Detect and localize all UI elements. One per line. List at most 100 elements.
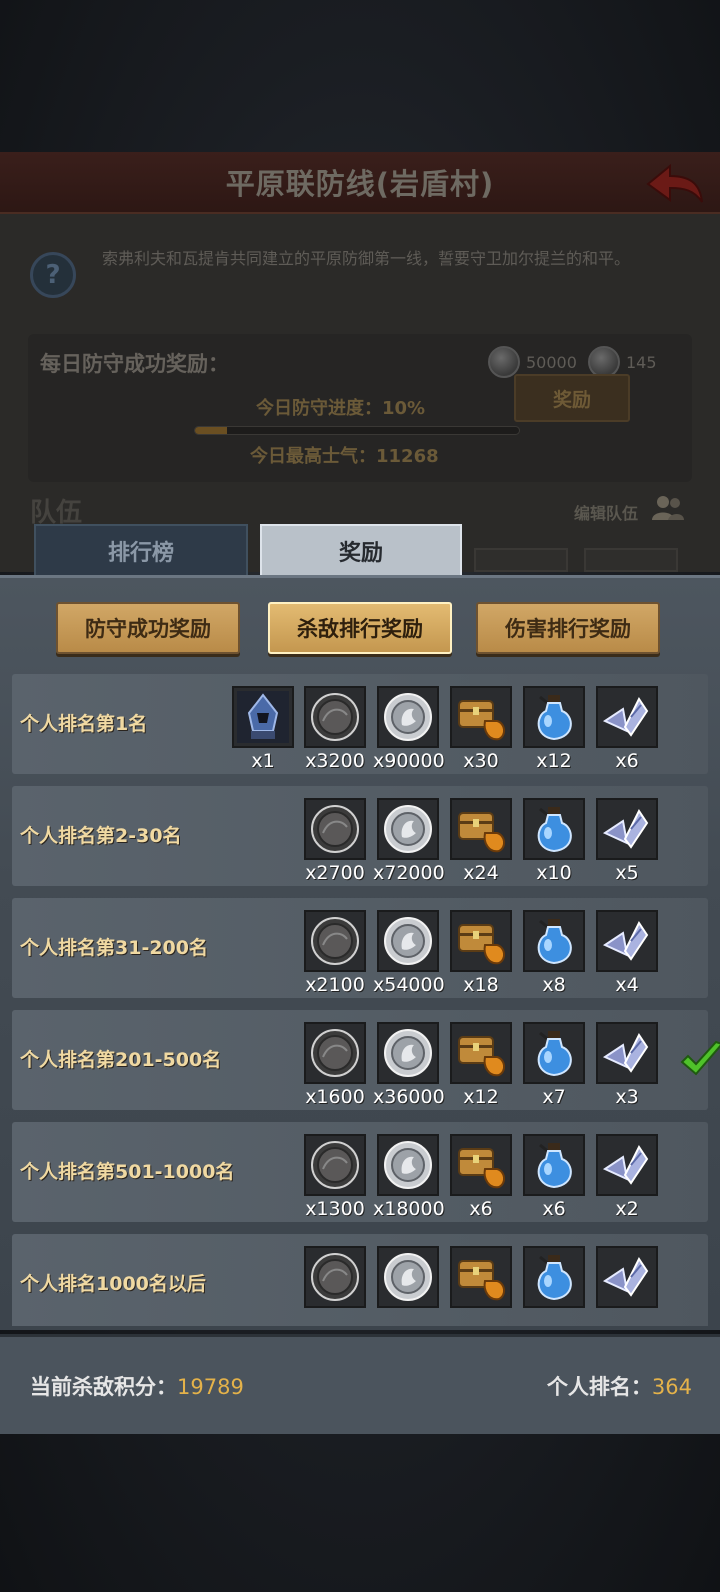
stage-description: 索弗利夫和瓦提肯共同建立的平原防御第一线，誓要守卫加尔提兰的和平。 [101,249,630,268]
blue-potion-icon [523,798,585,860]
daily-reward-button[interactable]: 奖励 [514,374,630,422]
kill-ranking-reward-tab[interactable]: 杀敌排行奖励 [268,602,452,654]
crystal-shards-icon [596,910,658,972]
reward-item[interactable]: x10 [523,798,587,884]
reward-count: x3 [615,1086,639,1108]
rank-range-label: 个人排名1000名以后 [20,1273,206,1295]
reward-count: x2700 [305,862,365,884]
crystal-shards-icon [596,686,658,748]
reward-item[interactable]: x12 [523,686,587,772]
rank-range-label: 个人排名第201-500名 [20,1049,222,1071]
treasure-chest-icon [450,1022,512,1084]
reward-item[interactable]: x6 [450,1134,514,1220]
reward-item[interactable]: x8 [523,910,587,996]
reward-item[interactable]: x2700 [304,798,368,884]
treasure-chest-icon [450,1246,512,1308]
dark-coin-icon [304,1246,366,1308]
reward-item[interactable]: x1600 [304,1022,368,1108]
reward-count: x36000 [373,1086,445,1108]
reward-item[interactable]: x54000 [373,910,445,996]
reward-item[interactable]: x6 [596,686,660,772]
edit-team-link[interactable]: 编辑队伍 [574,500,638,524]
reward-count: x6 [542,1198,566,1220]
reward-item[interactable]: x30 [450,686,514,772]
reward-item[interactable]: x4 [596,910,660,996]
crystal-shards-icon [596,798,658,860]
footer-bar: 当前杀敌积分：19789 个人排名：364 [0,1334,720,1434]
blue-potion-icon [523,686,585,748]
treasure-chest-icon [450,1134,512,1196]
team-users-icon[interactable] [652,494,684,522]
blue-potion-icon [523,1134,585,1196]
damage-ranking-reward-tab[interactable]: 伤害排行奖励 [476,602,660,654]
reward-count: x24 [463,862,499,884]
reward-item[interactable]: x5 [596,798,660,884]
back-arrow-icon[interactable] [644,162,706,206]
daily-reward-coin: 50000 [526,353,577,372]
reward-item[interactable]: x3 [596,1022,660,1108]
reward-count: x18000 [373,1198,445,1220]
rank-range-label: 个人排名第501-1000名 [20,1161,235,1183]
reward-count: x12 [463,1086,499,1108]
personal-rank: 个人排名：364 [547,1371,692,1401]
rewards-panel: 防守成功奖励 杀敌排行奖励 伤害排行奖励 个人排名第1名 x1 x3200 x9000… [0,578,720,1330]
reward-item[interactable]: x3200 [304,686,368,772]
reward-item[interactable]: x1 [232,686,296,772]
reward-item[interactable] [523,1246,587,1310]
silver-coin-icon [377,1246,439,1308]
reward-item[interactable]: x18000 [373,1134,445,1220]
reward-item[interactable]: x72000 [373,798,445,884]
tab-rewards[interactable]: 奖励 [260,524,462,576]
reward-list[interactable]: 个人排名第1名 x1 x3200 x90000 x30 x12 x6 个人排名第2-30名 x2… [0,674,720,1326]
blue-potion-icon [523,1022,585,1084]
reward-item[interactable]: x12 [450,1022,514,1108]
reward-item[interactable] [450,1246,514,1310]
reward-item[interactable] [377,1246,441,1310]
dark-coin-icon [304,1022,366,1084]
treasure-chest-icon [450,686,512,748]
kill-score-value: 19789 [177,1375,244,1399]
reward-count: x90000 [373,750,445,772]
morale-label: 今日最高士气：11268 [250,446,439,467]
reward-count: x72000 [373,862,445,884]
reward-item[interactable]: x2100 [304,910,368,996]
reward-item[interactable] [304,1246,368,1310]
reward-row: 个人排名第31-200名 x2100 x54000 x18 x8 x4 [12,898,708,998]
reward-item[interactable]: x90000 [373,686,445,772]
tab-leaderboard[interactable]: 排行榜 [34,524,248,576]
silver-coin-icon [377,1022,439,1084]
reward-count: x6 [615,750,639,772]
silver-coin-icon [377,798,439,860]
background-panel: 平原联防线(岩盾村) ? 索弗利夫和瓦提肯共同建立的平原防御第一线，誓要守卫加尔… [0,152,720,572]
treasure-chest-icon [450,798,512,860]
crystal-shards-icon [596,1134,658,1196]
reward-item[interactable]: x7 [523,1022,587,1108]
help-icon[interactable]: ? [30,252,76,298]
rank-range-label: 个人排名第2-30名 [20,825,182,847]
reward-count: x12 [536,750,572,772]
reward-item[interactable]: x18 [450,910,514,996]
defense-success-reward-tab[interactable]: 防守成功奖励 [56,602,240,654]
reward-item[interactable]: x36000 [373,1022,445,1108]
silver-coin-icon [377,686,439,748]
dark-coin-icon [304,686,366,748]
kill-score: 当前杀敌积分：19789 [30,1371,244,1401]
dark-coin-icon [304,798,366,860]
team-slot [474,548,568,572]
daily-reward-label: 每日防守成功奖励： [40,352,229,376]
reward-item[interactable] [596,1246,660,1310]
reward-item[interactable]: x2 [596,1134,660,1220]
reward-count: x6 [469,1198,493,1220]
reward-row: 个人排名1000名以后 [12,1234,708,1326]
reward-item[interactable]: x24 [450,798,514,884]
reward-item[interactable]: x6 [523,1134,587,1220]
rank-range-label: 个人排名第31-200名 [20,937,208,959]
title-bar: 平原联防线(岩盾村) [0,152,720,214]
reward-count: x1300 [305,1198,365,1220]
blue-potion-icon [523,910,585,972]
reward-count: x3200 [305,750,365,772]
reward-count: x2100 [305,974,365,996]
reward-count: x10 [536,862,572,884]
silver-coin-icon [377,1134,439,1196]
reward-item[interactable]: x1300 [304,1134,368,1220]
